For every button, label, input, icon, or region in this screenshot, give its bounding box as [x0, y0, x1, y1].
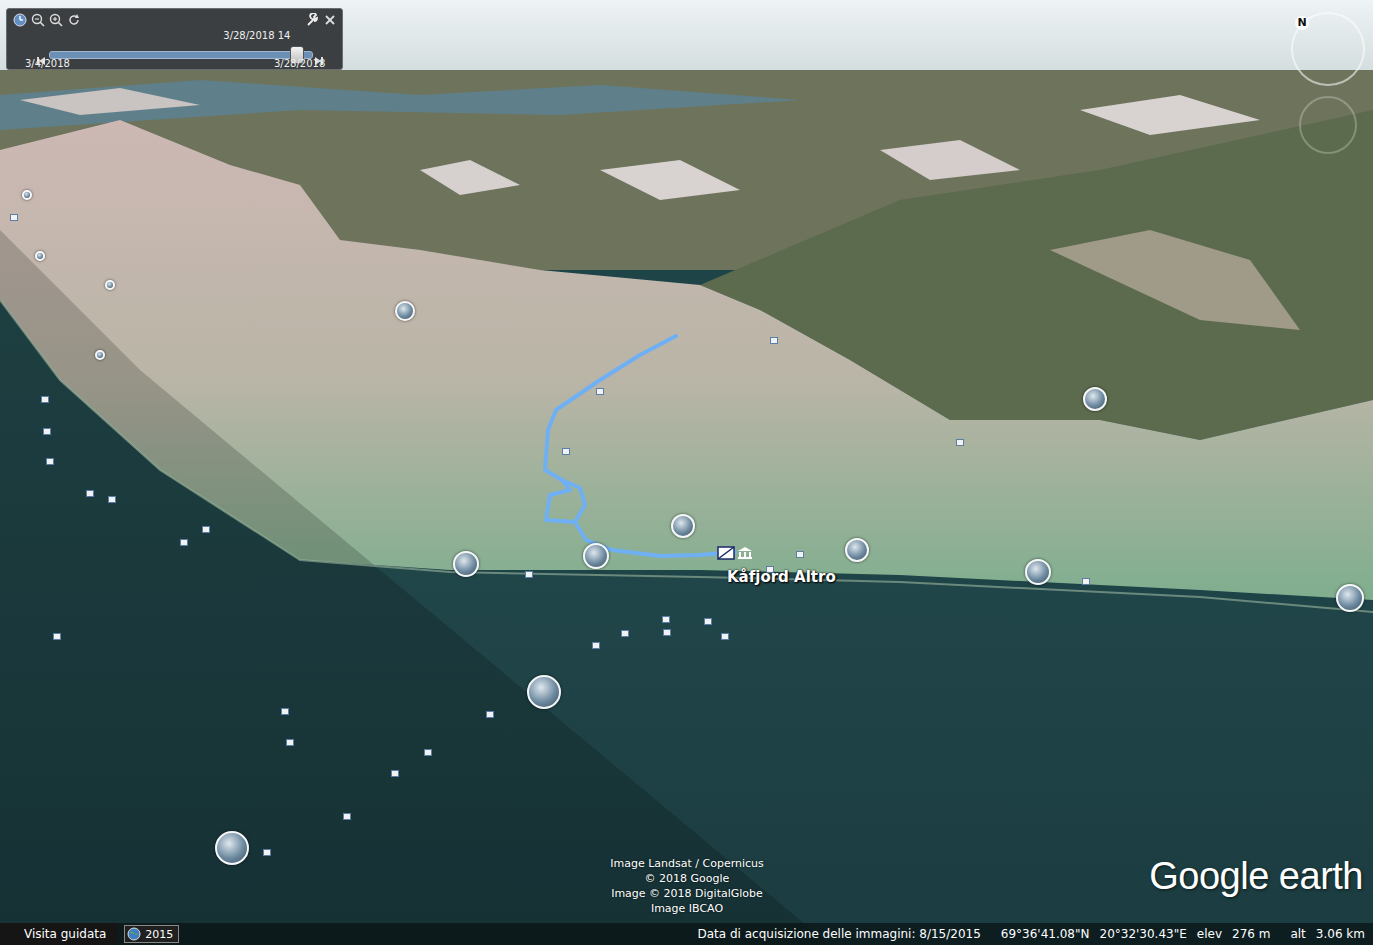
photo-pin[interactable]	[105, 280, 115, 290]
place-marker-icon[interactable]	[424, 749, 432, 756]
end-date-label: 3/28/2018	[274, 58, 325, 69]
compass[interactable]: N	[1291, 12, 1365, 86]
slider-end-icon[interactable]	[315, 50, 323, 58]
place-marker-icon[interactable]	[770, 337, 778, 344]
historical-imagery-button[interactable]: 2015	[124, 925, 179, 943]
place-marker-icon[interactable]	[53, 633, 61, 640]
photo-pin[interactable]	[583, 543, 609, 569]
place-marker-icon[interactable]	[796, 551, 804, 558]
elevation-label: elev	[1197, 927, 1222, 941]
google-earth-logo: Google earth	[1149, 855, 1363, 898]
museum-icon[interactable]	[738, 547, 752, 559]
terrain-imagery[interactable]	[0, 0, 1373, 945]
place-marker-icon[interactable]	[202, 526, 210, 533]
place-marker-icon[interactable]	[343, 813, 351, 820]
place-marker-icon[interactable]	[263, 849, 271, 856]
photo-pin[interactable]	[1083, 387, 1107, 411]
place-marker-icon[interactable]	[663, 629, 671, 636]
photo-pin[interactable]	[845, 538, 869, 562]
photo-pin[interactable]	[35, 251, 45, 261]
close-icon[interactable]	[324, 14, 336, 26]
photo-pin[interactable]	[22, 190, 32, 200]
place-marker-icon[interactable]	[596, 388, 604, 395]
place-marker-icon[interactable]	[621, 630, 629, 637]
current-time-label: 3/28/2018 14	[223, 30, 290, 41]
zoom-in-icon[interactable]	[49, 13, 63, 27]
place-marker-icon[interactable]	[281, 708, 289, 715]
clock-icon[interactable]	[13, 13, 27, 27]
attribution-line: Image © 2018 DigitalGlobe	[611, 887, 763, 901]
place-marker-icon[interactable]	[180, 539, 188, 546]
place-marker-icon[interactable]	[592, 642, 600, 649]
attribution-line: © 2018 Google	[645, 872, 730, 886]
place-marker-icon[interactable]	[562, 448, 570, 455]
acquisition-date: Data di acquisizione delle immagini: 8/1…	[698, 927, 981, 941]
altitude-label: alt	[1290, 927, 1305, 941]
photo-pin[interactable]	[215, 831, 249, 865]
place-marker-icon[interactable]	[43, 428, 51, 435]
guided-tour-button[interactable]: Visita guidata	[0, 923, 118, 945]
place-marker-icon[interactable]	[41, 396, 49, 403]
attribution-line: Image Landsat / Copernicus	[610, 857, 764, 871]
altitude: 3.06 km	[1316, 927, 1365, 941]
place-marker-icon[interactable]	[525, 571, 533, 578]
photo-pin[interactable]	[453, 551, 479, 577]
photo-pin[interactable]	[527, 675, 561, 709]
photo-pin[interactable]	[1025, 559, 1051, 585]
slider-start-icon[interactable]	[37, 50, 45, 58]
north-label: N	[1295, 16, 1309, 30]
place-marker-icon[interactable]	[108, 496, 116, 503]
latitude: 69°36'41.08"N	[1001, 927, 1090, 941]
place-marker-icon[interactable]	[1082, 578, 1090, 585]
photo-pin[interactable]	[95, 350, 105, 360]
place-marker-icon[interactable]	[286, 739, 294, 746]
flag-icon[interactable]	[717, 546, 735, 560]
map-view[interactable]: Kåfjord Altro3/28/2018 143/4/20183/28/20…	[0, 0, 1373, 945]
place-marker-icon[interactable]	[704, 618, 712, 625]
start-date-label: 3/4/2018	[25, 58, 70, 69]
place-marker-icon[interactable]	[956, 439, 964, 446]
elevation: 276 m	[1232, 927, 1270, 941]
attribution-line: Image IBCAO	[651, 902, 723, 916]
globe-icon	[127, 927, 141, 941]
navigation-control[interactable]	[1299, 96, 1357, 154]
zoom-out-icon[interactable]	[31, 13, 45, 27]
place-marker-icon[interactable]	[486, 711, 494, 718]
place-label[interactable]: Kåfjord Altro	[727, 568, 836, 586]
place-marker-icon[interactable]	[86, 490, 94, 497]
place-marker-icon[interactable]	[391, 770, 399, 777]
time-slider-toolbar	[13, 12, 336, 28]
place-marker-icon[interactable]	[721, 633, 729, 640]
photo-pin[interactable]	[1336, 584, 1364, 612]
place-marker-icon[interactable]	[10, 214, 18, 221]
wrench-icon[interactable]	[306, 13, 320, 27]
photo-pin[interactable]	[395, 301, 415, 321]
refresh-icon[interactable]	[67, 13, 81, 27]
photo-pin[interactable]	[671, 514, 695, 538]
longitude: 20°32'30.43"E	[1100, 927, 1187, 941]
place-marker-icon[interactable]	[662, 616, 670, 623]
time-slider-panel: 3/28/2018 14 3/4/2018 3/28/2018	[6, 8, 343, 70]
slider-track[interactable]	[49, 51, 313, 59]
time-slider[interactable]: 3/28/2018 14 3/4/2018 3/28/2018	[13, 28, 336, 66]
status-bar: Visita guidata 2015 Data di acquisizione d…	[0, 923, 1373, 945]
place-marker-icon[interactable]	[46, 458, 54, 465]
place-icons	[717, 546, 752, 560]
attribution: Image Landsat / Copernicus© 2018 GoogleI…	[587, 857, 787, 916]
